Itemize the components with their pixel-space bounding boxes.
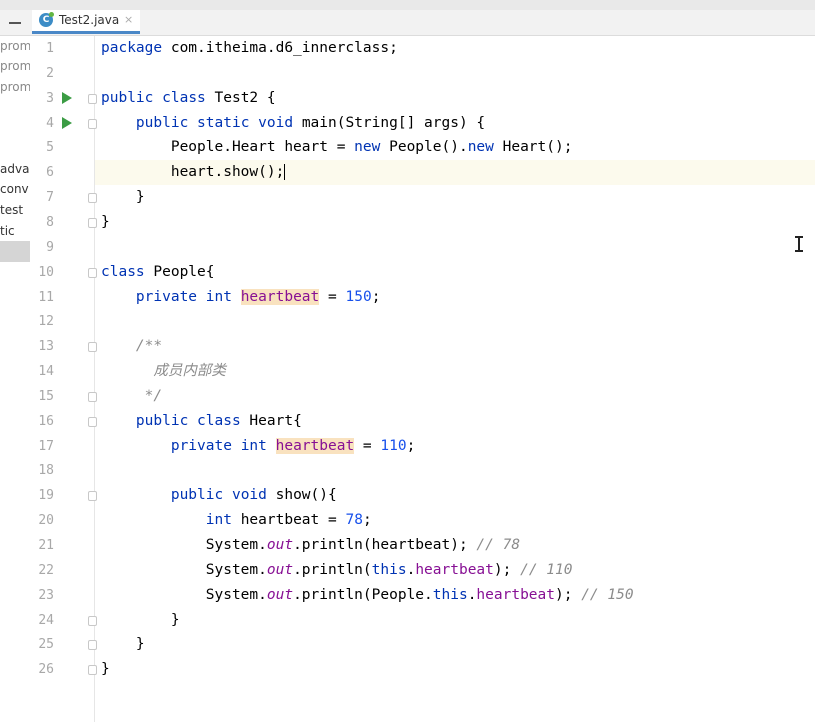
project-tree-item[interactable]: test [0, 203, 23, 217]
project-tree-item[interactable]: prom [0, 39, 30, 53]
code-line[interactable]: int heartbeat = 78; [101, 508, 372, 533]
line-number: 13 [38, 339, 54, 355]
runnable-badge-icon [49, 12, 54, 17]
run-icon[interactable] [62, 91, 72, 104]
code-line[interactable]: } [101, 210, 110, 235]
code-line[interactable]: /** [101, 334, 162, 359]
fold-marker-icon[interactable] [88, 665, 97, 676]
line-number: 2 [46, 65, 54, 81]
tab-test2-java[interactable]: C Test2.java × [32, 10, 140, 34]
project-tree-item[interactable]: tic [0, 224, 15, 238]
code-line[interactable]: } [101, 608, 180, 633]
project-tree-item[interactable]: prom [0, 80, 30, 94]
code-line[interactable]: System.out.println(heartbeat); // 78 [101, 533, 520, 558]
code-line[interactable]: public void show(){ [101, 483, 337, 508]
line-number: 19 [38, 488, 54, 504]
project-selected-row[interactable] [0, 241, 30, 262]
code-line[interactable]: private int heartbeat = 150; [101, 285, 380, 310]
fold-marker-icon[interactable] [88, 193, 97, 204]
code-line[interactable]: heart.show(); [101, 160, 286, 185]
fold-marker-icon[interactable] [88, 267, 97, 278]
text-caret [284, 164, 286, 181]
fold-marker-icon[interactable] [88, 118, 97, 129]
line-number: 8 [46, 214, 54, 230]
tab-filename: Test2.java [59, 13, 120, 27]
code-line[interactable]: System.out.println(this.heartbeat); // 1… [101, 558, 573, 583]
line-number: 20 [38, 513, 54, 529]
code-line[interactable]: package com.itheima.d6_innerclass; [101, 36, 398, 61]
text-cursor-icon [795, 236, 803, 252]
line-number: 26 [38, 662, 54, 678]
editor-tab-bar: C Test2.java × [0, 10, 815, 36]
line-number: 4 [46, 115, 54, 131]
code-line[interactable]: 成员内部类 [101, 359, 226, 384]
run-icon[interactable] [62, 116, 72, 129]
line-number: 25 [38, 637, 54, 653]
fold-marker-icon[interactable] [88, 342, 97, 353]
code-line[interactable]: public static void main(String[] args) { [101, 111, 485, 136]
line-number: 15 [38, 388, 54, 404]
code-line[interactable]: class People{ [101, 260, 215, 285]
code-line[interactable]: System.out.println(People.this.heartbeat… [101, 583, 634, 608]
line-number: 9 [46, 239, 54, 255]
code-line[interactable]: People.Heart heart = new People().new He… [101, 135, 573, 160]
line-number: 12 [38, 314, 54, 330]
line-number: 10 [38, 264, 54, 280]
code-line[interactable]: public class Heart{ [101, 409, 302, 434]
fold-marker-icon[interactable] [88, 491, 97, 502]
line-number: 6 [46, 165, 54, 181]
minimize-icon[interactable] [6, 12, 24, 32]
code-line[interactable]: public class Test2 { [101, 86, 276, 111]
code-line[interactable]: } [101, 185, 145, 210]
line-number: 24 [38, 612, 54, 628]
project-tree-item[interactable]: adva [0, 162, 29, 176]
line-number: 17 [38, 438, 54, 454]
fold-marker-icon[interactable] [88, 93, 97, 104]
tab-close-icon[interactable]: × [124, 13, 133, 26]
line-number: 3 [46, 90, 54, 106]
project-panel: prom prom prom adva conv test tic [0, 36, 31, 722]
code-line[interactable]: } [101, 657, 110, 682]
fold-marker-icon[interactable] [88, 640, 97, 651]
line-number: 14 [38, 364, 54, 380]
line-number: 22 [38, 562, 54, 578]
line-number: 11 [38, 289, 54, 305]
window-top-bar [0, 0, 815, 10]
fold-marker-icon[interactable] [88, 217, 97, 228]
project-tree-item[interactable]: conv [0, 182, 29, 196]
line-number: 18 [38, 463, 54, 479]
fold-marker-icon[interactable] [88, 615, 97, 626]
line-number: 16 [38, 413, 54, 429]
line-number: 21 [38, 538, 54, 553]
line-number: 5 [46, 140, 54, 156]
line-number: 7 [46, 190, 54, 206]
code-line[interactable]: */ [101, 384, 162, 409]
fold-marker-icon[interactable] [88, 391, 97, 402]
code-line[interactable]: } [101, 632, 145, 657]
fold-marker-icon[interactable] [88, 416, 97, 427]
line-number: 23 [38, 587, 54, 603]
line-number: 1 [46, 41, 54, 56]
project-tree-item[interactable]: prom [0, 59, 30, 73]
code-line[interactable]: private int heartbeat = 110; [101, 434, 415, 459]
